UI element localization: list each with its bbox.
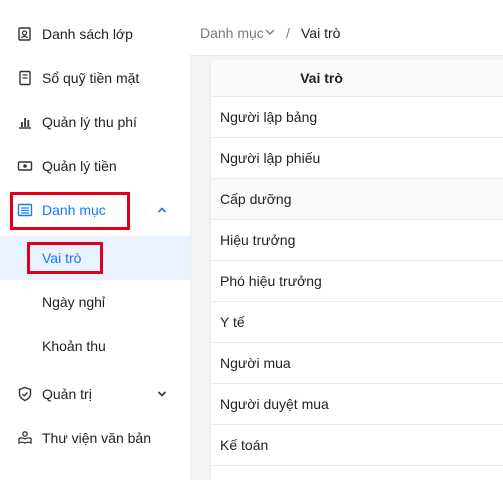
sidebar-item-label: Thư viện văn bản [42,430,151,446]
sidebar-item-quan-tri[interactable]: Quản trị [0,372,190,416]
roles-table: Vai trò Người lập bảng Người lập phiếu C… [210,60,503,480]
table-row[interactable]: Hiệu trưởng [211,220,503,261]
sidebar-item-danh-muc[interactable]: Danh mục [0,188,190,232]
sidebar-item-label: Quản lý tiền [42,158,117,174]
table-row[interactable]: Người duyệt mua [211,384,503,425]
breadcrumb-current: Vai trò [301,25,341,41]
header-bar: Danh mục / Vai trò [190,0,503,56]
sidebar-subitem-ngay-nghi[interactable]: Ngày nghỉ [0,280,190,324]
sidebar-item-label: Danh mục [42,202,106,218]
table-row[interactable]: Người lập bảng [211,97,503,138]
sidebar-item-label: Quản trị [42,386,92,402]
chevron-down-icon[interactable] [264,25,276,41]
sidebar-item-thu-vien-van-ban[interactable]: Thư viện văn bản [0,416,190,460]
book-user-icon [17,26,33,42]
sidebar-item-label: Danh sách lớp [42,26,133,42]
sidebar-item-label: Sổ quỹ tiền mặt [42,70,140,86]
chevron-down-icon [155,387,169,401]
sidebar-item-quan-ly-tien[interactable]: Quản lý tiền [0,144,190,188]
shield-icon [17,386,33,402]
sidebar: Danh sách lớp Sổ quỹ tiền mặt Quản lý th… [0,0,191,480]
bar-chart-icon [17,114,33,130]
library-icon [17,430,33,446]
money-icon [17,158,33,174]
column-header-vai-tro[interactable]: Vai trò [211,60,503,97]
sidebar-item-so-quy-tien-mat[interactable]: Sổ quỹ tiền mặt [0,56,190,100]
sidebar-item-label: Quản lý thu phí [42,114,137,130]
sidebar-item-danh-sach-lop[interactable]: Danh sách lớp [0,12,190,56]
breadcrumb-parent[interactable]: Danh mục [200,25,264,41]
chevron-up-icon [155,203,169,217]
table-row[interactable]: Phó hiệu trưởng [211,261,503,302]
sidebar-subitem-label: Khoản thu [42,338,106,354]
sidebar-subitem-label: Ngày nghỉ [42,294,106,310]
table-row[interactable]: Người mua [211,343,503,384]
sidebar-subitem-vai-tro[interactable]: Vai trò [0,236,190,280]
table-row[interactable]: Y tế [211,302,503,343]
sidebar-item-quan-ly-thu-phi[interactable]: Quản lý thu phí [0,100,190,144]
sidebar-subitem-khoan-thu[interactable]: Khoản thu [0,324,190,368]
breadcrumb-separator: / [286,25,290,41]
table-row[interactable]: Kế toán [211,425,503,466]
cash-book-icon [17,70,33,86]
list-icon [17,202,33,218]
table-row[interactable]: Cấp dưỡng [211,179,503,220]
sidebar-subitem-label: Vai trò [42,250,82,266]
table-row[interactable]: Người lập phiếu [211,138,503,179]
